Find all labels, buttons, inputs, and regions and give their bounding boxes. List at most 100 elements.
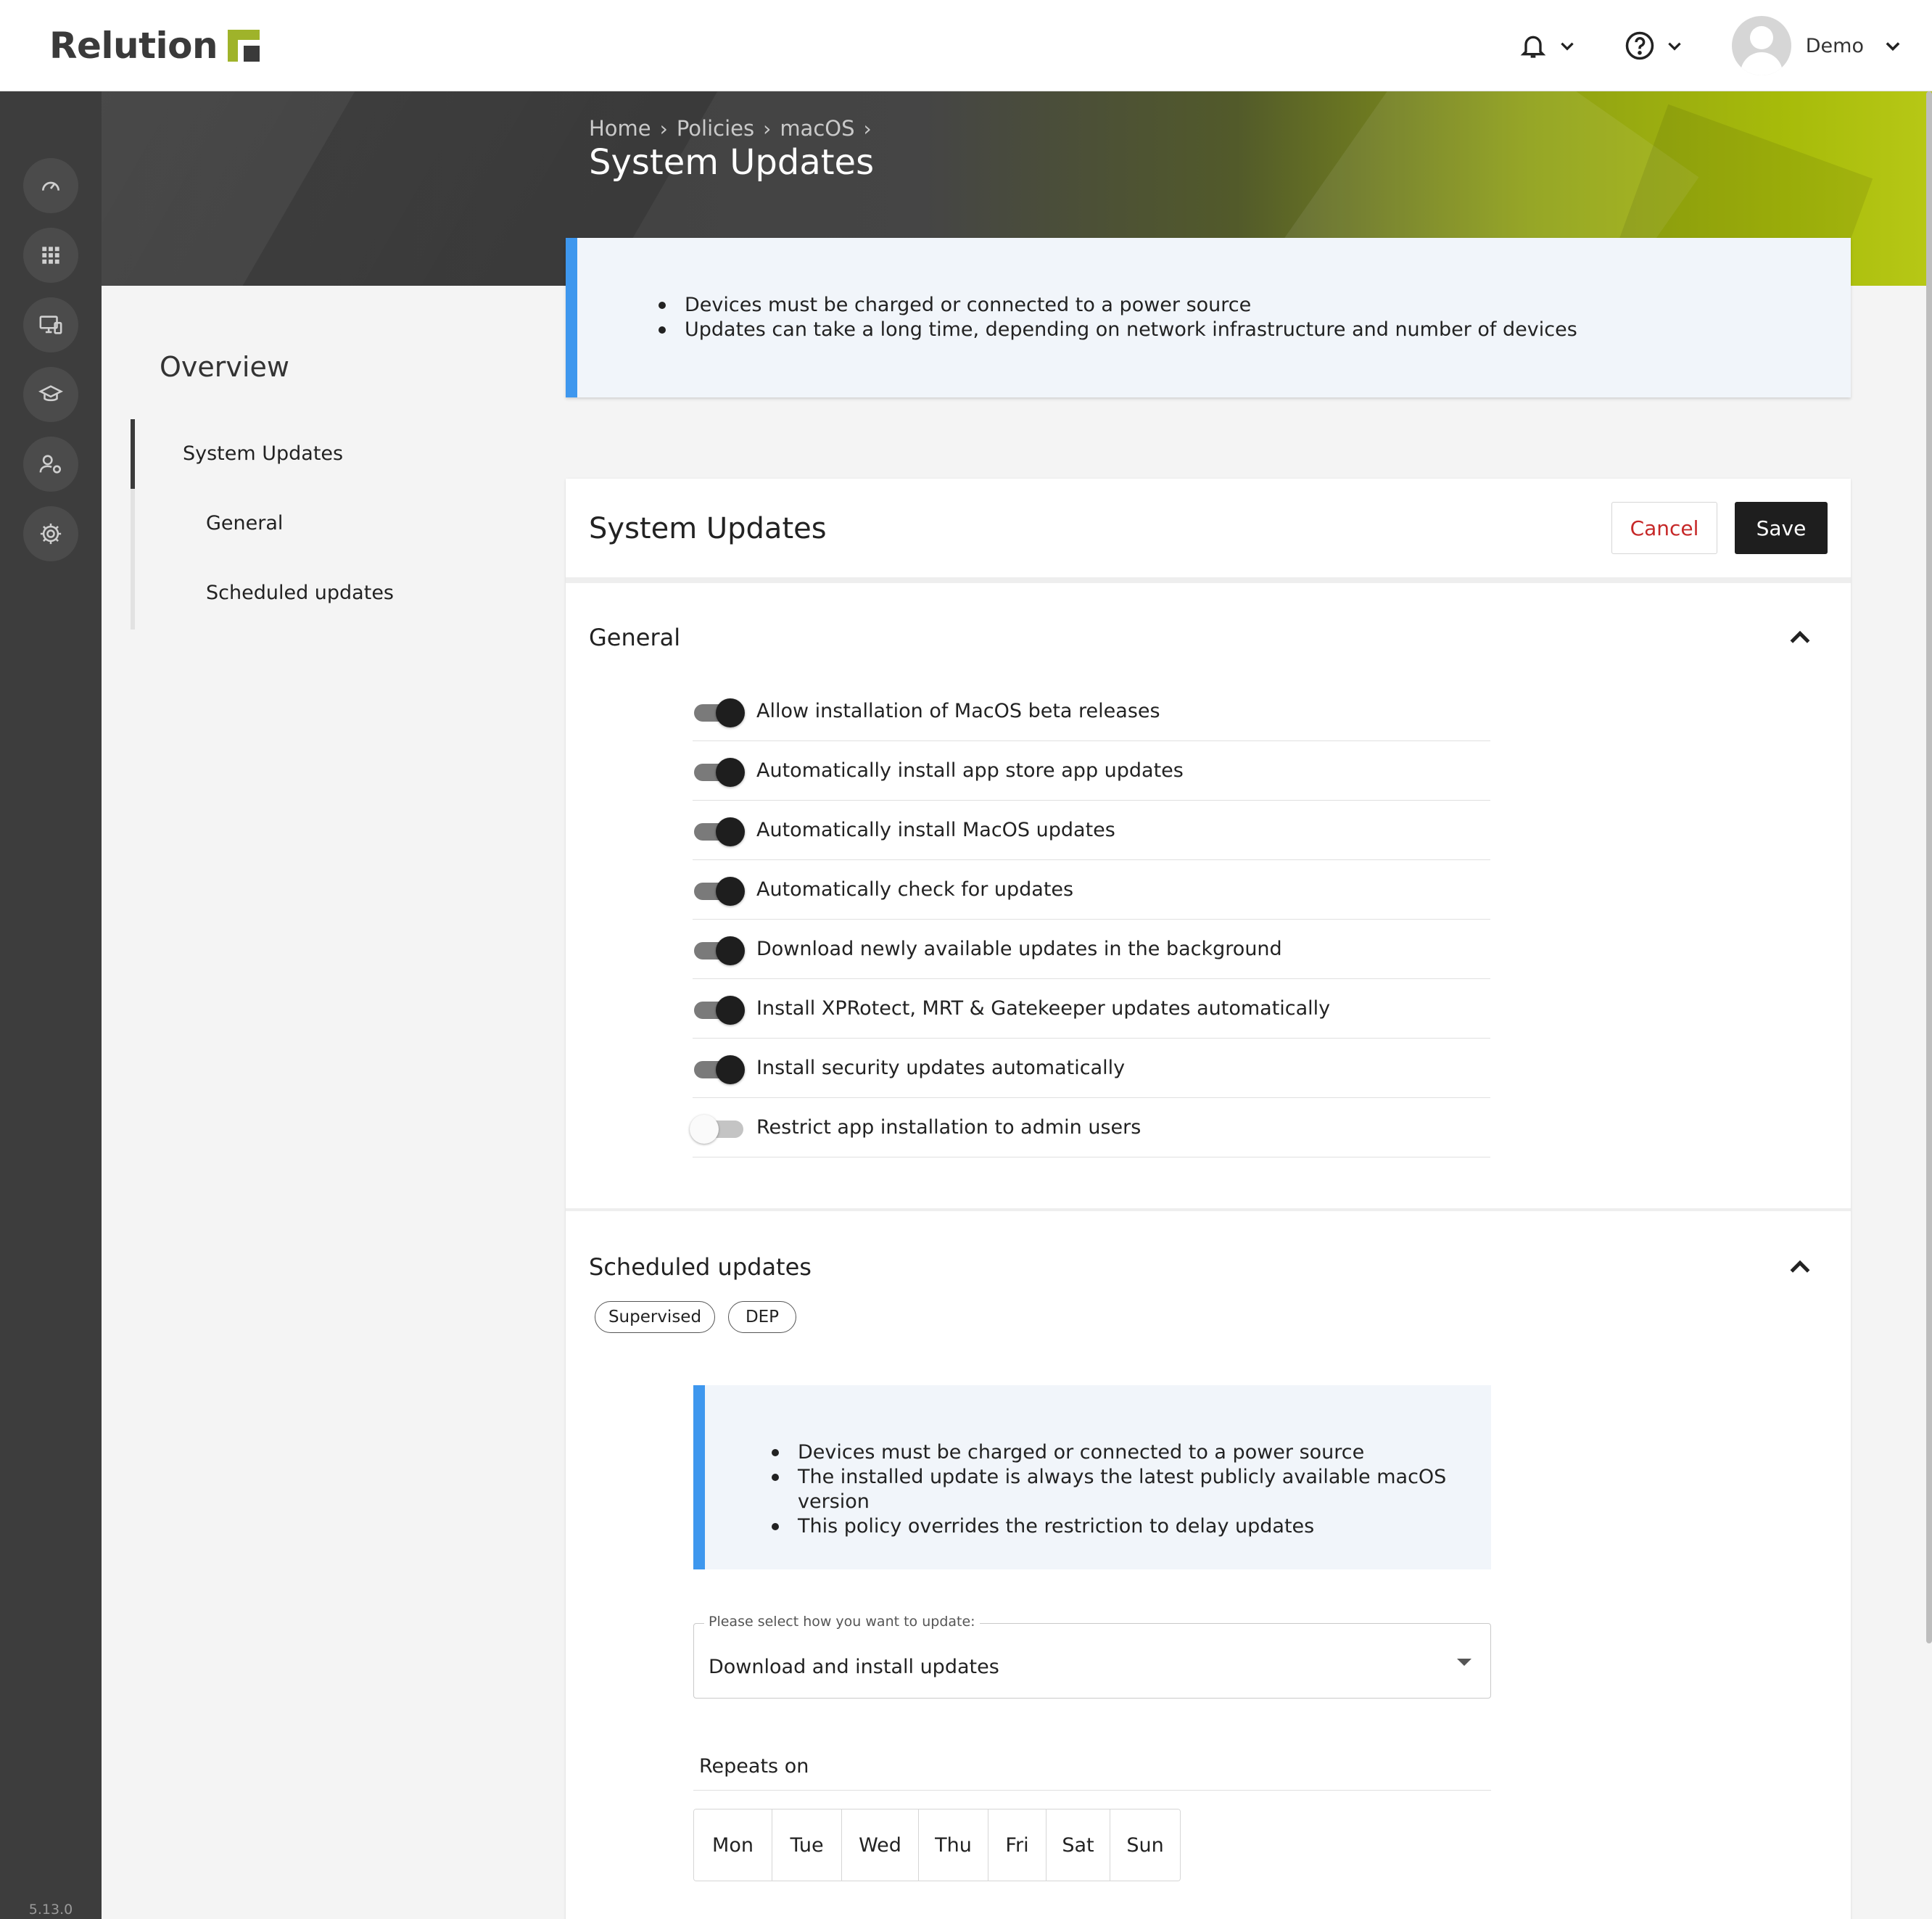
divider [693, 1790, 1491, 1791]
notice-item: Devices must be charged or connected to … [659, 293, 1577, 318]
rail-education-button[interactable] [23, 367, 78, 422]
toggle-row: Automatically install app store app upda… [693, 741, 1490, 801]
rail-dashboard-button[interactable] [23, 158, 78, 213]
chevron-down-icon [1668, 42, 1681, 51]
update-mode-select[interactable]: Please select how you want to update: Do… [693, 1614, 1491, 1699]
toggle-row: Restrict app installation to admin users [690, 1098, 1490, 1157]
page-scrollbar[interactable] [1926, 91, 1932, 1643]
notice-item: Devices must be charged or connected to … [772, 1440, 1491, 1465]
app-version: 5.13.0 [28, 1902, 73, 1918]
dashboard-icon [42, 181, 59, 191]
relution-logo[interactable]: Relution [49, 22, 260, 70]
help-button[interactable] [1625, 30, 1684, 61]
toggle-label: Download newly available updates in the … [756, 938, 1282, 960]
notice-item: Updates can take a long time, depending … [659, 318, 1577, 342]
user-menu-button[interactable]: Demo [1731, 16, 1903, 75]
divider [566, 1208, 1851, 1211]
toggle-label: Install security updates automatically [756, 1057, 1126, 1079]
notifications-button[interactable] [1519, 30, 1577, 61]
breadcrumb: Home › Policies › macOS › [589, 116, 880, 141]
toggle-label: Automatically check for updates [756, 878, 1074, 901]
toggle-row: Allow installation of MacOS beta release… [693, 682, 1490, 741]
users-settings-icon [39, 455, 62, 474]
chevron-down-icon [1886, 42, 1900, 51]
sidenav-item-system-updates[interactable]: System Updates [183, 442, 343, 465]
notice-item: This policy overrides the restriction to… [772, 1514, 1491, 1539]
toggle-switch-beta-releases[interactable] [693, 697, 745, 727]
toggle-row: Download newly available updates in the … [693, 920, 1490, 979]
chevron-down-icon [1561, 42, 1574, 51]
toggle-row: Install XPRotect, MRT & Gatekeeper updat… [693, 979, 1490, 1039]
repeats-on-label: Repeats on [699, 1755, 809, 1778]
toggle-switch-restrict-admin-install[interactable] [690, 1113, 745, 1144]
general-section-title: General [589, 624, 681, 651]
bell-icon [1520, 36, 1546, 58]
toggle-switch-app-store-updates[interactable] [693, 756, 745, 787]
toggle-switch-background-download[interactable] [693, 935, 745, 965]
chip-supervised: Supervised [595, 1301, 715, 1333]
general-toggle-list: Allow installation of MacOS beta release… [690, 682, 1490, 1157]
toggle-switch-macos-updates[interactable] [693, 816, 745, 846]
apps-grid-icon [42, 247, 59, 264]
help-icon [1625, 31, 1654, 60]
rail-apps-button[interactable] [23, 228, 78, 283]
divider [566, 577, 1851, 583]
select-legend: Please select how you want to update: [704, 1614, 980, 1630]
devices-icon [39, 315, 62, 334]
top-bar: Relution Demo [0, 0, 1932, 91]
logo-mark-icon [228, 30, 260, 62]
select-value: Download and install updates [709, 1656, 999, 1678]
day-fri-button[interactable]: Fri [988, 1809, 1046, 1881]
avatar [1731, 16, 1791, 75]
overview-title: Overview [160, 351, 289, 383]
education-icon [38, 385, 63, 402]
rail-devices-button[interactable] [23, 297, 78, 352]
toggle-label: Restrict app installation to admin users [756, 1116, 1142, 1139]
caret-down-icon [1457, 1659, 1471, 1666]
chevron-right-icon: › [863, 116, 872, 141]
toggle-label: Install XPRotect, MRT & Gatekeeper updat… [756, 997, 1331, 1020]
scheduled-info-notice: Devices must be charged or connected to … [693, 1385, 1491, 1569]
day-wed-button[interactable]: Wed [842, 1809, 919, 1881]
page-title: System Updates [589, 142, 875, 183]
rail-settings-button[interactable] [23, 506, 78, 561]
scheduled-section-title: Scheduled updates [589, 1253, 812, 1281]
chevron-right-icon: › [659, 116, 668, 141]
toggle-row: Automatically install MacOS updates [693, 801, 1490, 860]
toggle-label: Automatically install app store app upda… [756, 759, 1184, 782]
toggle-label: Allow installation of MacOS beta release… [756, 700, 1160, 722]
day-tue-button[interactable]: Tue [772, 1809, 842, 1881]
sidenav-item-scheduled-updates[interactable]: Scheduled updates [206, 582, 394, 604]
breadcrumb-home[interactable]: Home [589, 116, 651, 141]
collapse-scheduled-chevron-up-icon[interactable] [1786, 1253, 1815, 1282]
side-nav: System Updates General Scheduled updates [131, 419, 537, 630]
cancel-button[interactable]: Cancel [1611, 502, 1717, 554]
breadcrumb-policies[interactable]: Policies [677, 116, 754, 141]
user-name: Demo [1805, 34, 1864, 57]
day-sun-button[interactable]: Sun [1110, 1809, 1180, 1881]
sidenav-item-general[interactable]: General [206, 512, 283, 535]
toggle-row: Automatically check for updates [693, 860, 1490, 920]
notice-item: The installed update is always the lates… [772, 1465, 1491, 1514]
weekday-selector: Mon Tue Wed Thu Fri Sat Sun [693, 1809, 1181, 1881]
active-indicator [131, 419, 135, 489]
policy-card: System Updates Cancel Save General Allow… [566, 479, 1851, 1919]
day-thu-button[interactable]: Thu [919, 1809, 988, 1881]
toggle-label: Automatically install MacOS updates [756, 819, 1115, 841]
collapse-general-chevron-up-icon[interactable] [1786, 624, 1815, 653]
day-mon-button[interactable]: Mon [694, 1809, 772, 1881]
save-button[interactable]: Save [1735, 502, 1828, 554]
toggle-switch-check-updates[interactable] [693, 875, 745, 906]
toggle-switch-xprotect-updates[interactable] [693, 994, 745, 1025]
chevron-right-icon: › [763, 116, 772, 141]
toggle-switch-security-updates[interactable] [693, 1054, 745, 1084]
info-notice: Devices must be charged or connected to … [566, 238, 1851, 397]
settings-gear-icon [40, 523, 62, 545]
left-rail: 5.13.0 [0, 91, 102, 1919]
card-title: System Updates [589, 512, 827, 545]
day-sat-button[interactable]: Sat [1046, 1809, 1110, 1881]
toggle-row: Install security updates automatically [693, 1039, 1490, 1098]
breadcrumb-macos[interactable]: macOS [780, 116, 854, 141]
rail-users-button[interactable] [23, 437, 78, 492]
chip-dep: DEP [728, 1301, 796, 1333]
